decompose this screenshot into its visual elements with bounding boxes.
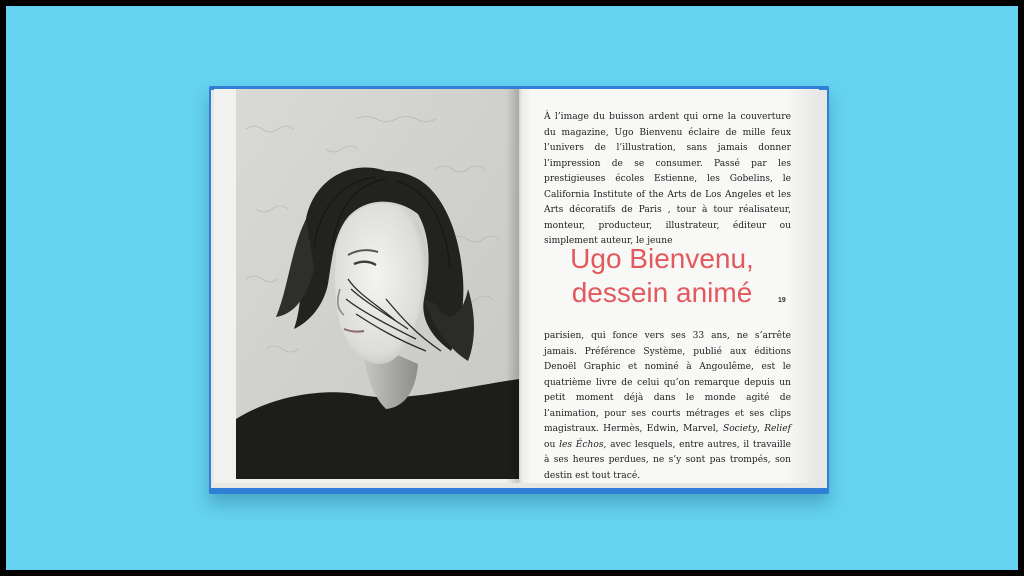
portrait-illustration — [236, 89, 519, 479]
italic-title-relief: Relief — [764, 424, 791, 434]
page-number: 19 — [778, 297, 786, 304]
separator-comma: , — [756, 424, 760, 434]
italic-title-les-echos: les Échos — [559, 439, 604, 450]
left-page — [214, 89, 519, 483]
article-title-line-2: dessein animé — [571, 277, 753, 308]
article-title: Ugo Bienvenu, dessein animé — [519, 242, 812, 310]
right-page: À l’image du buisson ardent qui orne la … — [519, 89, 819, 483]
italic-title-society: Society — [722, 424, 757, 434]
scene-background: À l’image du buisson ardent qui orne la … — [6, 6, 1018, 570]
portrait-photo — [236, 89, 519, 479]
intro-paragraph: À l’image du buisson ardent qui orne la … — [544, 112, 791, 246]
body-paragraph: parisien, qui fonce vers ses 33 ans, ne … — [544, 329, 791, 483]
body-text-part-1: parisien, qui fonce vers ses 33 ans, ne … — [544, 331, 791, 434]
article-title-line-1: Ugo Bienvenu, — [570, 243, 754, 274]
separator-ou: ou — [544, 439, 556, 450]
